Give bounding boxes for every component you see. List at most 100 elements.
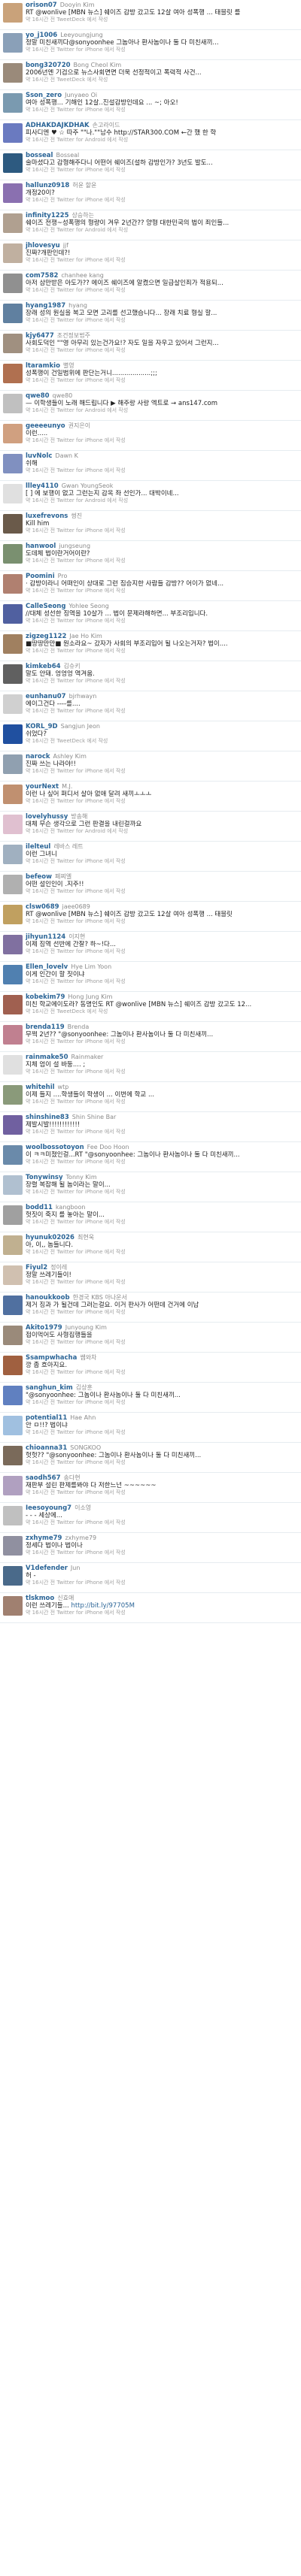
- avatar[interactable]: [3, 123, 23, 143]
- avatar[interactable]: [3, 1356, 23, 1375]
- user-handle[interactable]: luvNolc: [26, 452, 52, 460]
- user-handle[interactable]: CalleSeong: [26, 603, 65, 610]
- user-handle[interactable]: geeeeunyo: [26, 422, 65, 430]
- user-handle[interactable]: saodh567: [26, 1474, 61, 1482]
- user-handle[interactable]: Tonywinsy: [26, 1174, 63, 1181]
- avatar[interactable]: [3, 1536, 23, 1556]
- avatar[interactable]: [3, 965, 23, 984]
- avatar[interactable]: [3, 604, 23, 624]
- user-handle[interactable]: clsw0689: [26, 903, 59, 911]
- user-handle[interactable]: jihyun1124: [26, 933, 65, 941]
- avatar[interactable]: [3, 724, 23, 744]
- avatar[interactable]: [3, 544, 23, 564]
- user-handle[interactable]: brenda119: [26, 1023, 65, 1031]
- avatar[interactable]: [3, 1175, 23, 1195]
- avatar[interactable]: [3, 634, 23, 654]
- user-handle[interactable]: ADHAKDAJKDHAK: [26, 122, 90, 129]
- avatar[interactable]: [3, 1386, 23, 1405]
- avatar[interactable]: [3, 1296, 23, 1315]
- avatar[interactable]: [3, 664, 23, 684]
- user-handle[interactable]: hyang1987: [26, 302, 65, 310]
- avatar[interactable]: [3, 574, 23, 594]
- avatar[interactable]: [3, 33, 23, 53]
- user-handle[interactable]: orison07: [26, 2, 57, 9]
- avatar[interactable]: [3, 93, 23, 113]
- user-handle[interactable]: bosseal: [26, 152, 53, 159]
- user-handle[interactable]: V1defender: [26, 1565, 68, 1572]
- avatar[interactable]: [3, 1235, 23, 1255]
- user-handle[interactable]: jhlovesyu: [26, 242, 60, 249]
- user-handle[interactable]: kobekim79: [26, 993, 65, 1001]
- avatar[interactable]: [3, 334, 23, 353]
- user-handle[interactable]: hanoukkoob: [26, 1294, 70, 1302]
- user-handle[interactable]: Fiyul2: [26, 1264, 47, 1271]
- user-handle[interactable]: Akito1979: [26, 1324, 62, 1332]
- avatar[interactable]: [3, 1326, 23, 1345]
- avatar[interactable]: [3, 694, 23, 714]
- user-handle[interactable]: shinshine83: [26, 1114, 69, 1121]
- user-handle[interactable]: Poomini: [26, 573, 55, 580]
- user-handle[interactable]: befeow: [26, 873, 52, 881]
- avatar[interactable]: [3, 274, 23, 293]
- user-handle[interactable]: hallunz0918: [26, 182, 69, 189]
- avatar[interactable]: [3, 815, 23, 834]
- user-handle[interactable]: hyunuk02026: [26, 1234, 74, 1241]
- user-handle[interactable]: Ssampwhacha: [26, 1354, 77, 1362]
- avatar[interactable]: [3, 1025, 23, 1045]
- avatar[interactable]: [3, 1596, 23, 1616]
- user-handle[interactable]: com7582: [26, 272, 58, 280]
- avatar[interactable]: [3, 935, 23, 954]
- user-handle[interactable]: sanghun_kim: [26, 1384, 73, 1392]
- avatar[interactable]: [3, 1446, 23, 1465]
- avatar[interactable]: [3, 1085, 23, 1105]
- avatar[interactable]: [3, 243, 23, 263]
- avatar[interactable]: [3, 364, 23, 383]
- avatar[interactable]: [3, 153, 23, 173]
- avatar[interactable]: [3, 1205, 23, 1225]
- user-handle[interactable]: llley4110: [26, 482, 59, 490]
- avatar[interactable]: [3, 785, 23, 804]
- avatar[interactable]: [3, 514, 23, 534]
- user-handle[interactable]: bong320720: [26, 62, 71, 69]
- user-handle[interactable]: KORL_9D: [26, 723, 58, 730]
- user-handle[interactable]: qwe80: [26, 392, 50, 400]
- avatar[interactable]: [3, 454, 23, 473]
- user-handle[interactable]: rainmake50: [26, 1054, 68, 1061]
- user-handle[interactable]: kjy6477: [26, 332, 54, 340]
- user-handle[interactable]: kimkeb64: [26, 663, 61, 670]
- user-handle[interactable]: Ellen_lovelv: [26, 963, 68, 971]
- user-handle[interactable]: zigzeg1122: [26, 633, 66, 640]
- avatar[interactable]: [3, 424, 23, 443]
- avatar[interactable]: [3, 1506, 23, 1525]
- tweet-link[interactable]: http://bit.ly/97705M: [71, 1602, 134, 1610]
- user-handle[interactable]: lovelyhussy: [26, 813, 68, 821]
- avatar[interactable]: [3, 304, 23, 323]
- avatar[interactable]: [3, 63, 23, 83]
- user-handle[interactable]: yo_j1006: [26, 32, 57, 39]
- user-handle[interactable]: infinity1225: [26, 212, 69, 219]
- avatar[interactable]: [3, 3, 23, 23]
- user-handle[interactable]: ilelteul: [26, 843, 50, 851]
- avatar[interactable]: [3, 1566, 23, 1586]
- avatar[interactable]: [3, 905, 23, 924]
- avatar[interactable]: [3, 754, 23, 774]
- user-handle[interactable]: potential11: [26, 1414, 67, 1422]
- avatar[interactable]: [3, 484, 23, 503]
- user-handle[interactable]: tlskmoo: [26, 1595, 54, 1602]
- user-handle[interactable]: Ieesoyoung7: [26, 1504, 71, 1512]
- user-handle[interactable]: yourNext: [26, 783, 59, 791]
- avatar[interactable]: [3, 1476, 23, 1495]
- avatar[interactable]: [3, 1055, 23, 1075]
- avatar[interactable]: [3, 845, 23, 864]
- avatar[interactable]: [3, 995, 23, 1014]
- avatar[interactable]: [3, 1145, 23, 1165]
- user-handle[interactable]: eunhanu07: [26, 693, 66, 700]
- user-handle[interactable]: hanwool: [26, 543, 56, 550]
- user-handle[interactable]: woolbossotoyon: [26, 1144, 84, 1151]
- user-handle[interactable]: ltaramkio: [26, 362, 60, 370]
- avatar[interactable]: [3, 875, 23, 894]
- user-handle[interactable]: zxhyme79: [26, 1534, 62, 1542]
- user-handle[interactable]: chioanna31: [26, 1444, 67, 1452]
- user-handle[interactable]: luxefrevons: [26, 512, 68, 520]
- avatar[interactable]: [3, 1265, 23, 1285]
